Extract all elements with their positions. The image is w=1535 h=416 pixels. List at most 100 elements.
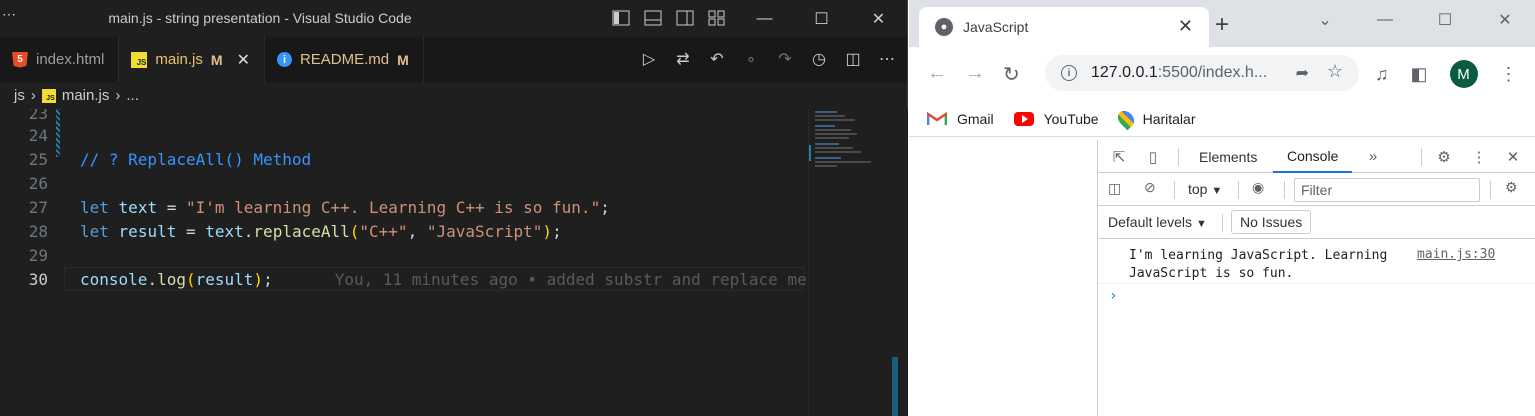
minimize-icon[interactable]: —	[1355, 0, 1415, 40]
back-icon[interactable]: ←	[927, 62, 947, 87]
close-tab-icon[interactable]: ✕	[1178, 16, 1193, 37]
maximize-icon[interactable]: ☐	[793, 0, 850, 37]
tab-index-html[interactable]: 5 index.html	[0, 37, 120, 82]
code-punct: .	[243, 221, 254, 241]
side-panel-icon[interactable]: ◧	[1411, 64, 1428, 85]
more-actions-icon[interactable]: ⋯	[877, 49, 897, 69]
show-sidebar-icon[interactable]: ◫	[1108, 180, 1121, 197]
console-log-source-link[interactable]: main.js:30	[1417, 247, 1495, 262]
editor-tabs: 5 index.html JS main.js M ✕ i README.md …	[0, 37, 907, 82]
bookmark-haritalar[interactable]: Haritalar	[1114, 107, 1196, 130]
address-bar[interactable]: i 127.0.0.1:5500/index.h... ➦ ☆	[1045, 55, 1359, 91]
devtools-tab-elements[interactable]: Elements	[1199, 140, 1257, 173]
new-tab-icon[interactable]: +	[1215, 11, 1229, 39]
divider	[1238, 181, 1239, 199]
code-object: text	[205, 221, 244, 241]
bookmark-youtube[interactable]: YouTube	[1013, 111, 1099, 127]
chevron-right-icon: ›	[30, 87, 36, 104]
console-filter-input[interactable]: Filter	[1294, 178, 1480, 202]
close-icon[interactable]: ✕	[1475, 0, 1535, 40]
bookmark-star-icon[interactable]: ☆	[1327, 61, 1343, 82]
bookmark-label: Haritalar	[1142, 110, 1196, 127]
avatar[interactable]: M	[1449, 60, 1478, 88]
divider	[1174, 181, 1175, 199]
browser-toolbar: ← → ↻ i 127.0.0.1:5500/index.h... ➦ ☆ ♫ …	[909, 47, 1535, 101]
toggle-secondary-sidebar-icon[interactable]	[676, 9, 694, 27]
clear-console-icon[interactable]: ⊘	[1144, 179, 1156, 196]
compare-icon[interactable]: ⇄	[673, 49, 693, 69]
browser-tab[interactable]: ● JavaScript ✕	[919, 7, 1209, 47]
globe-icon: ●	[935, 18, 953, 36]
console-settings-icon[interactable]: ⚙	[1505, 179, 1518, 196]
breadcrumb-folder[interactable]: js	[14, 87, 25, 104]
address-host: 127.0.0.1	[1091, 64, 1158, 81]
line-number: 25	[28, 149, 48, 169]
chevron-right-icon: ›	[115, 87, 121, 104]
restore-icon[interactable]: ☐	[1415, 0, 1475, 40]
breadcrumb: js › JS main.js › ...	[0, 82, 907, 109]
tab-label: index.html	[36, 51, 105, 68]
tab-search-icon[interactable]: ⌄	[1295, 0, 1355, 40]
breadcrumb-more[interactable]: ...	[126, 87, 139, 104]
minimap-line	[815, 157, 841, 159]
close-tab-icon[interactable]: ✕	[237, 50, 250, 70]
forward-icon[interactable]: →	[965, 62, 985, 87]
code-punct: ,	[407, 221, 427, 241]
code-line: 30 console.log(result); You, 11 minutes a…	[0, 267, 807, 291]
context-selector[interactable]: top ▼	[1188, 181, 1222, 197]
code-paren: (	[349, 221, 360, 241]
settings-icon[interactable]: ⚙	[1435, 148, 1453, 166]
code-variable: result	[118, 221, 177, 241]
site-info-icon[interactable]: i	[1061, 65, 1077, 81]
device-toolbar-icon[interactable]: ▯	[1144, 148, 1162, 166]
close-devtools-icon[interactable]: ✕	[1504, 148, 1522, 166]
minimap[interactable]	[808, 109, 892, 416]
breadcrumb-file[interactable]: main.js	[62, 87, 110, 104]
run-icon[interactable]: ▷	[639, 49, 659, 69]
vscode-titlebar: ⋯ main.js - string presentation - Visual…	[0, 0, 907, 37]
minimap-change-marker	[809, 145, 811, 161]
line-number: 24	[28, 125, 48, 145]
minimap-line	[815, 119, 855, 121]
customize-layout-icon[interactable]	[708, 9, 726, 27]
line-number: 28	[28, 221, 48, 241]
devtools-tab-console[interactable]: Console	[1273, 140, 1353, 173]
minimap-line	[815, 125, 835, 127]
code-line: 27 let text = "I'm learning C++. Learnin…	[0, 195, 805, 219]
code-punct: ;	[263, 269, 273, 289]
more-menu-icon[interactable]: ⋮	[1500, 64, 1518, 85]
customize-devtools-icon[interactable]: ⋮	[1470, 148, 1488, 166]
code-operator: =	[157, 197, 186, 217]
media-controls-icon[interactable]: ♫	[1375, 64, 1389, 85]
address-path: :5500/index.h...	[1157, 64, 1268, 81]
tab-main-js[interactable]: JS main.js M ✕	[119, 37, 265, 82]
previous-change-icon[interactable]: ↶	[707, 49, 727, 69]
vertical-scrollbar[interactable]	[892, 357, 898, 416]
next-change-icon[interactable]: ↷	[775, 49, 795, 69]
html-icon: 5	[12, 51, 28, 68]
line-number: 29	[28, 245, 48, 265]
tab-readme-md[interactable]: i README.md M	[264, 37, 424, 82]
console-prompt[interactable]: ›	[1109, 288, 1117, 304]
share-icon[interactable]: ➦	[1296, 63, 1309, 83]
inspect-element-icon[interactable]: ⇱	[1110, 148, 1128, 166]
go-to-change-icon[interactable]: ∘	[741, 49, 761, 69]
gmail-icon	[926, 111, 948, 126]
vscode-window: ⋯ main.js - string presentation - Visual…	[0, 0, 908, 416]
log-levels-dropdown[interactable]: Default levels ▼	[1108, 214, 1207, 230]
issues-button[interactable]: No Issues	[1231, 210, 1312, 234]
timeline-icon[interactable]: ◷	[809, 49, 829, 69]
close-icon[interactable]: ✕	[850, 0, 907, 37]
toggle-panel-icon[interactable]	[644, 9, 662, 27]
code-editor[interactable]: 23 24 25 // ? ReplaceAll() Method 26 27 …	[0, 109, 908, 416]
devtools-tabbar: ⇱ ▯ Elements Console » ⚙ ⋮ ✕	[1098, 140, 1535, 173]
context-label: top	[1188, 181, 1208, 197]
minimize-icon[interactable]: —	[736, 0, 793, 37]
minimap-line	[815, 137, 849, 139]
bookmark-gmail[interactable]: Gmail	[926, 111, 994, 127]
split-editor-icon[interactable]: ◫	[843, 49, 863, 69]
more-tabs-icon[interactable]: »	[1364, 148, 1382, 166]
live-expression-eye-icon[interactable]: ◉	[1252, 179, 1264, 196]
toggle-sidebar-icon[interactable]	[612, 9, 630, 27]
reload-icon[interactable]: ↻	[1003, 62, 1020, 87]
